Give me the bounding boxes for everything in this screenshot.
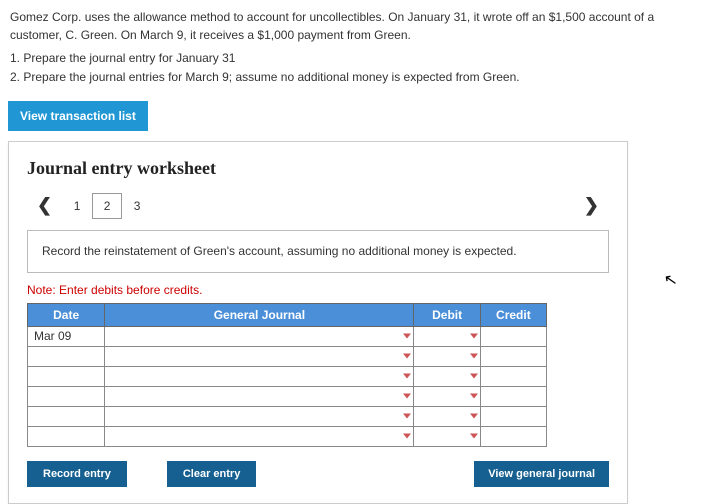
tab-2[interactable]: 2 [92,193,122,219]
instruction-1: 1. Prepare the journal entry for January… [10,49,691,67]
table-row [28,346,547,366]
debit-cell[interactable] [414,366,480,386]
worksheet-title: Journal entry worksheet [27,158,609,179]
general-journal-cell[interactable] [105,326,414,346]
general-journal-cell[interactable] [105,366,414,386]
table-row [28,386,547,406]
credit-cell[interactable] [480,426,546,446]
table-row [28,366,547,386]
header-credit: Credit [480,303,546,326]
header-date: Date [28,303,105,326]
dropdown-arrow-icon [403,374,411,379]
date-cell[interactable]: Mar 09 [28,326,105,346]
instructions-block: 1. Prepare the journal entry for January… [0,49,701,97]
general-journal-cell[interactable] [105,346,414,366]
problem-statement: Gomez Corp. uses the allowance method to… [0,0,701,48]
prev-chevron-icon[interactable]: ❮ [27,191,62,220]
journal-worksheet-card: Journal entry worksheet ❮ 1 2 3 ❯ Record… [8,141,628,504]
table-row [28,426,547,446]
debit-cell[interactable] [414,386,480,406]
dropdown-arrow-icon [470,414,478,419]
credit-cell[interactable] [480,386,546,406]
header-debit: Debit [414,303,480,326]
date-cell[interactable] [28,426,105,446]
credit-cell[interactable] [480,366,546,386]
dropdown-arrow-icon [470,354,478,359]
clear-entry-button[interactable]: Clear entry [167,461,256,487]
cursor-icon: ↖ [662,269,679,291]
dropdown-arrow-icon [403,334,411,339]
general-journal-cell[interactable] [105,426,414,446]
action-button-row: Record entry Clear entry View general jo… [27,461,609,487]
view-transaction-list-button[interactable]: View transaction list [8,101,148,131]
dropdown-arrow-icon [470,434,478,439]
date-cell[interactable] [28,366,105,386]
debit-cell[interactable] [414,326,480,346]
header-general-journal: General Journal [105,303,414,326]
tab-3[interactable]: 3 [122,193,152,219]
entry-description: Record the reinstatement of Green's acco… [27,230,609,273]
general-journal-cell[interactable] [105,386,414,406]
record-entry-button[interactable]: Record entry [27,461,127,487]
dropdown-arrow-icon [470,334,478,339]
dropdown-arrow-icon [403,414,411,419]
credit-cell[interactable] [480,346,546,366]
dropdown-arrow-icon [403,354,411,359]
next-chevron-icon[interactable]: ❯ [574,191,609,220]
table-row [28,406,547,426]
dropdown-arrow-icon [470,374,478,379]
debit-cell[interactable] [414,426,480,446]
dropdown-arrow-icon [403,434,411,439]
tab-1[interactable]: 1 [62,193,92,219]
table-row: Mar 09 [28,326,547,346]
journal-table: Date General Journal Debit Credit Mar 09 [27,303,547,447]
debits-before-credits-note: Note: Enter debits before credits. [27,283,609,297]
credit-cell[interactable] [480,406,546,426]
debit-cell[interactable] [414,346,480,366]
view-general-journal-button[interactable]: View general journal [474,461,609,487]
debit-cell[interactable] [414,406,480,426]
date-cell[interactable] [28,346,105,366]
date-cell[interactable] [28,386,105,406]
general-journal-cell[interactable] [105,406,414,426]
instruction-2: 2. Prepare the journal entries for March… [10,68,691,86]
tab-row: ❮ 1 2 3 ❯ [27,191,609,220]
dropdown-arrow-icon [403,394,411,399]
date-cell[interactable] [28,406,105,426]
credit-cell[interactable] [480,326,546,346]
dropdown-arrow-icon [470,394,478,399]
